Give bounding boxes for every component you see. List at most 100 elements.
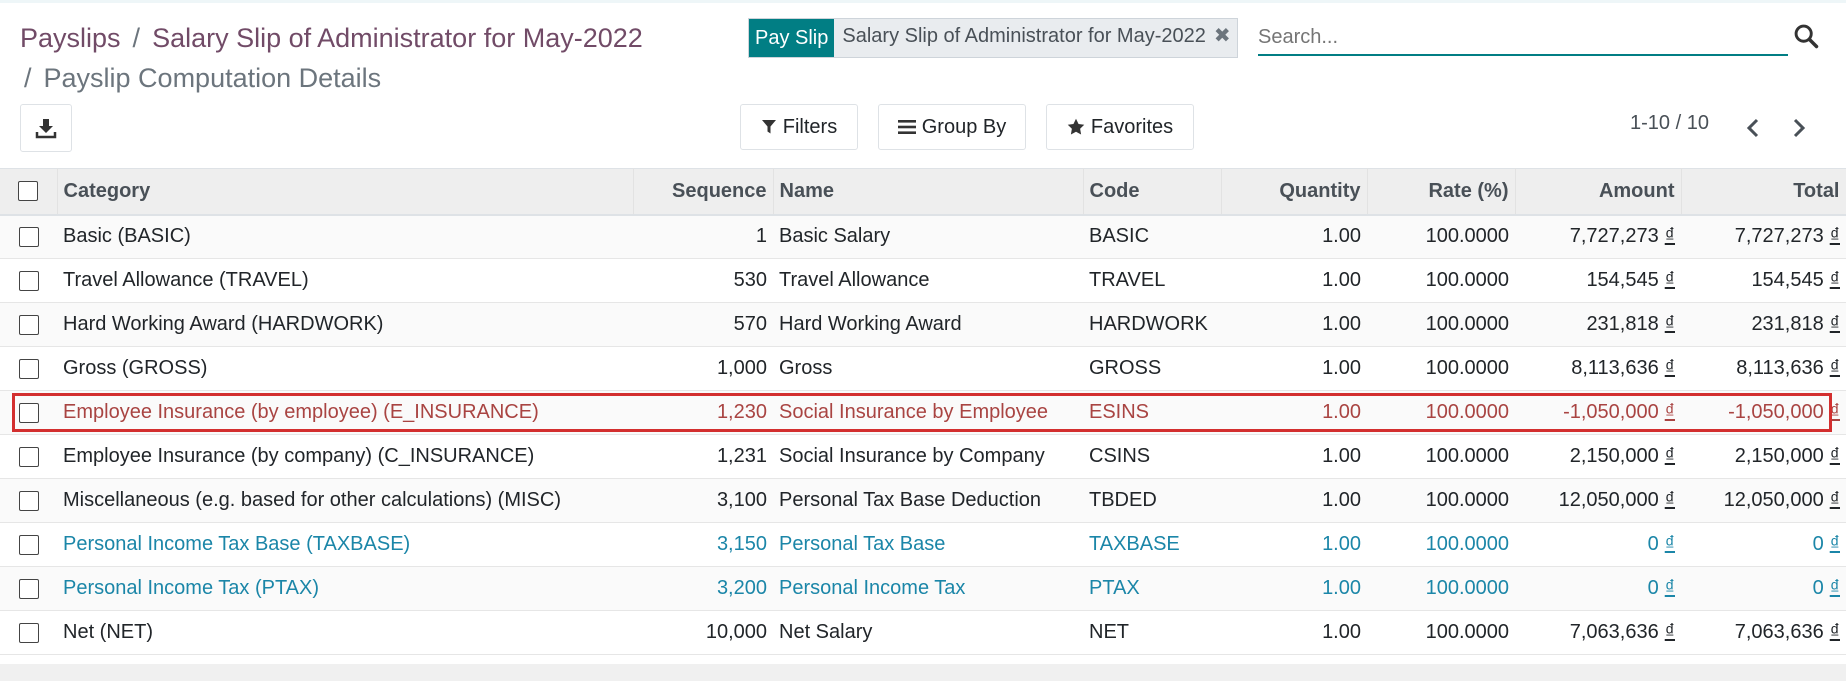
table-row[interactable]: Employee Insurance (by company) (C_INSUR… bbox=[0, 435, 1846, 479]
row-checkbox[interactable] bbox=[18, 358, 39, 379]
column-header-total[interactable]: Total bbox=[1681, 168, 1846, 215]
cell-total: 231,818 ₫ bbox=[1681, 303, 1846, 347]
column-header-name[interactable]: Name bbox=[773, 168, 1084, 215]
search-facet: Pay Slip Salary Slip of Administrator fo… bbox=[748, 18, 1238, 58]
cell-sequence: 3,200 bbox=[633, 567, 773, 611]
currency-symbol: ₫ bbox=[1664, 489, 1675, 511]
cell-sequence-value: 10,000 bbox=[705, 621, 767, 643]
filters-button[interactable]: Filters bbox=[740, 104, 858, 150]
cell-rate: 100.0000 bbox=[1367, 479, 1515, 523]
column-header-code[interactable]: Code bbox=[1083, 168, 1222, 215]
search-icon[interactable] bbox=[1792, 22, 1820, 50]
cell-category-value: Travel Allowance (TRAVEL) bbox=[63, 269, 309, 291]
table-row[interactable]: Miscellaneous (e.g. based for other calc… bbox=[0, 478, 1846, 523]
cell-total: 154,545 ₫ bbox=[1681, 259, 1846, 303]
cell-amount-value: -1,050,000 bbox=[1563, 401, 1659, 423]
cell-name: Social Insurance by Company bbox=[773, 435, 1083, 479]
cell-amount: 7,727,273 ₫ bbox=[1515, 215, 1681, 259]
cell-code: CSINS bbox=[1083, 435, 1221, 479]
cell-code-value: NET bbox=[1089, 621, 1129, 643]
currency-symbol: ₫ bbox=[1664, 621, 1675, 643]
currency-symbol: ₫ bbox=[1664, 577, 1675, 599]
table-row[interactable]: Basic (BASIC) 1 Basic Salary BASIC 1.00 100.0… bbox=[0, 214, 1846, 259]
cell-quantity-value: 1.00 bbox=[1322, 269, 1361, 291]
currency-symbol: ₫ bbox=[1829, 533, 1840, 555]
cell-code: TBDED bbox=[1083, 479, 1221, 523]
table-row[interactable]: Travel Allowance (TRAVEL) 530 Travel Allow… bbox=[0, 259, 1846, 303]
row-checkbox[interactable] bbox=[18, 534, 39, 555]
facet-value: Salary Slip of Administrator for May-202… bbox=[834, 19, 1237, 57]
row-checkbox-cell bbox=[0, 215, 57, 259]
row-checkbox[interactable] bbox=[18, 446, 39, 467]
download-button[interactable] bbox=[20, 104, 72, 152]
row-checkbox[interactable] bbox=[18, 226, 39, 247]
cell-total: 0 ₫ bbox=[1681, 567, 1846, 611]
row-checkbox[interactable] bbox=[18, 578, 39, 599]
cell-quantity-value: 1.00 bbox=[1322, 225, 1361, 248]
currency-symbol: ₫ bbox=[1664, 533, 1675, 555]
cell-category-value: Employee Insurance (by employee) (E_INSU… bbox=[63, 401, 539, 423]
cell-rate-value: 100.0000 bbox=[1425, 445, 1509, 467]
filters-label: Filters bbox=[782, 115, 838, 138]
row-checkbox[interactable] bbox=[18, 270, 39, 291]
table-row[interactable]: Personal Income Tax Base (TAXBASE) 3,150 P… bbox=[0, 523, 1846, 567]
cell-amount-value: 7,063,636 bbox=[1569, 621, 1659, 643]
currency-symbol: ₫ bbox=[1829, 577, 1840, 599]
table-row[interactable]: Employee Insurance (by employee) (E_INSU… bbox=[0, 390, 1846, 435]
cell-quantity: 1.00 bbox=[1221, 303, 1367, 347]
cell-category: Hard Working Award (HARDWORK) bbox=[57, 303, 633, 347]
chevron-left-icon[interactable] bbox=[1742, 116, 1766, 140]
pager-value[interactable]: 1-10 / 10 bbox=[1630, 112, 1709, 135]
cell-category: Miscellaneous (e.g. based for other calc… bbox=[57, 479, 633, 523]
payslip-lines-table: Category Sequence Name Code Quantity Rat… bbox=[0, 168, 1846, 655]
table-row[interactable]: Hard Working Award (HARDWORK) 570 Hard Wor… bbox=[0, 302, 1846, 347]
breadcrumb-payslips[interactable]: Payslips bbox=[20, 23, 121, 53]
cell-name: Hard Working Award bbox=[773, 303, 1083, 347]
facet-close-icon[interactable]: ✖ bbox=[1214, 19, 1231, 57]
column-header-amount[interactable]: Amount bbox=[1515, 168, 1682, 215]
select-all-checkbox[interactable] bbox=[18, 181, 39, 202]
currency-symbol: ₫ bbox=[1664, 269, 1675, 291]
search-input[interactable] bbox=[1258, 20, 1788, 56]
currency-symbol: ₫ bbox=[1829, 445, 1840, 467]
currency-symbol: ₫ bbox=[1829, 621, 1840, 643]
row-checkbox[interactable] bbox=[18, 490, 39, 511]
cell-name: Basic Salary bbox=[773, 215, 1083, 259]
row-checkbox[interactable] bbox=[18, 402, 39, 423]
cell-name-value: Personal Tax Base Deduction bbox=[779, 489, 1042, 511]
currency-symbol: ₫ bbox=[1664, 401, 1675, 423]
table-row[interactable]: Gross (GROSS) 1,000 Gross GROSS 1.00 100.0000… bbox=[0, 347, 1846, 391]
favorites-button[interactable]: Favorites bbox=[1046, 104, 1194, 150]
cell-amount: 7,063,636 ₫ bbox=[1515, 611, 1681, 655]
chevron-right-icon[interactable] bbox=[1786, 116, 1810, 140]
column-header-sequence[interactable]: Sequence bbox=[633, 168, 774, 215]
cell-name: Travel Allowance bbox=[773, 259, 1083, 303]
cell-sequence-value: 1,231 bbox=[716, 445, 767, 467]
row-checkbox-cell bbox=[0, 391, 57, 435]
row-checkbox[interactable] bbox=[18, 314, 39, 335]
cell-total: 12,050,000 ₫ bbox=[1681, 479, 1846, 523]
column-header-category[interactable]: Category bbox=[57, 168, 634, 215]
cell-code-value: GROSS bbox=[1089, 357, 1162, 379]
table-body: Basic (BASIC) 1 Basic Salary BASIC 1.00 100.0… bbox=[0, 214, 1846, 655]
table-row[interactable]: Personal Income Tax (PTAX) 3,200 Personal … bbox=[0, 566, 1846, 611]
column-header-rate[interactable]: Rate (%) bbox=[1367, 168, 1516, 215]
row-checkbox[interactable] bbox=[18, 622, 39, 643]
group-by-label: Group By bbox=[921, 115, 1007, 138]
cell-code-value: PTAX bbox=[1089, 577, 1140, 599]
cell-category: Personal Income Tax (PTAX) bbox=[57, 567, 633, 611]
cell-quantity-value: 1.00 bbox=[1322, 577, 1361, 599]
cell-rate-value: 100.0000 bbox=[1425, 269, 1509, 291]
cell-name-value: Gross bbox=[779, 357, 833, 379]
cell-quantity: 1.00 bbox=[1221, 259, 1367, 303]
cell-rate: 100.0000 bbox=[1367, 611, 1515, 655]
cell-amount: 2,150,000 ₫ bbox=[1515, 435, 1681, 479]
column-header-quantity[interactable]: Quantity bbox=[1221, 168, 1368, 215]
cell-category-value: Gross (GROSS) bbox=[63, 357, 208, 379]
breadcrumb-salary-slip[interactable]: Salary Slip of Administrator for May-202… bbox=[152, 23, 643, 53]
cell-category: Personal Income Tax Base (TAXBASE) bbox=[57, 523, 633, 567]
table-row[interactable]: Net (NET) 10,000 Net Salary NET 1.00 100.0000… bbox=[0, 611, 1846, 655]
cell-category: Employee Insurance (by employee) (E_INSU… bbox=[57, 391, 633, 435]
cell-total-value: 231,818 bbox=[1751, 313, 1824, 335]
group-by-button[interactable]: Group By bbox=[878, 104, 1026, 150]
